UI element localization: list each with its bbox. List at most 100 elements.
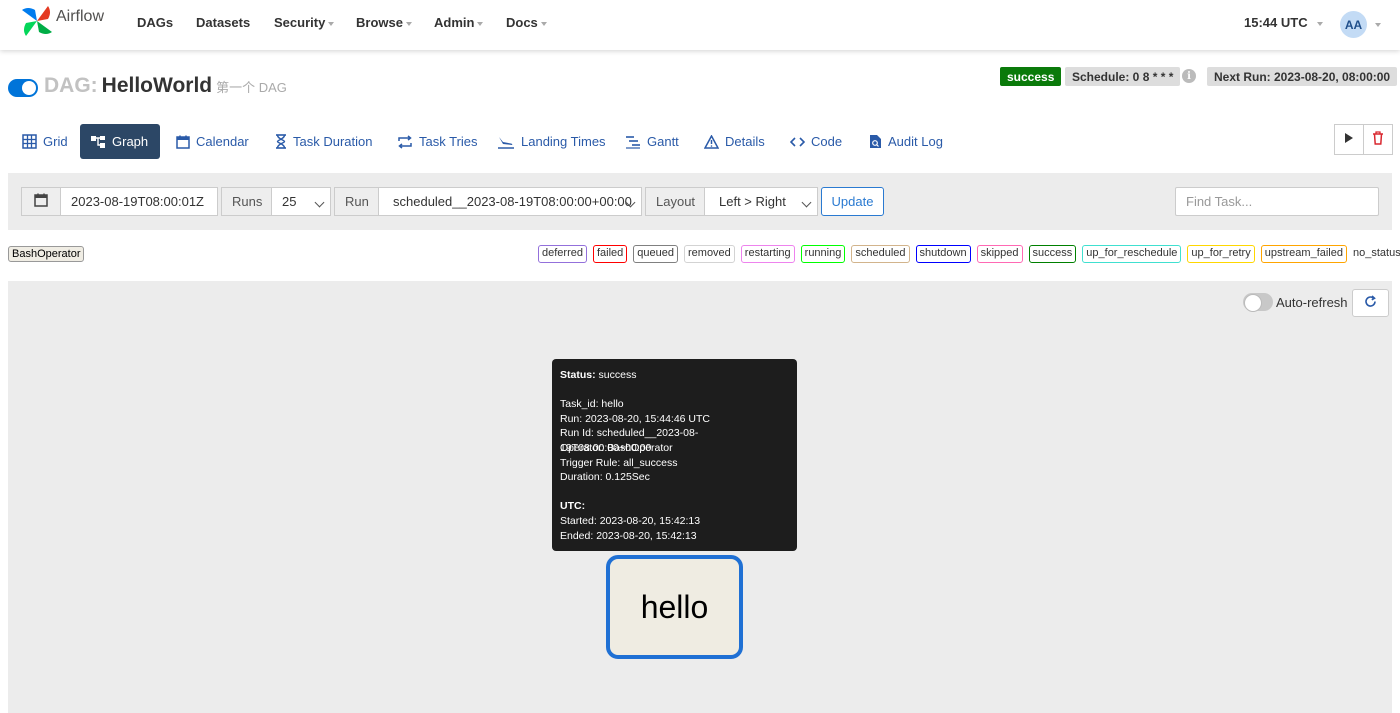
run-select[interactable]: scheduled__2023-08-19T08:00:00+00:00 (378, 187, 642, 216)
legend-removed[interactable]: removed (684, 245, 735, 263)
graph-icon (90, 135, 106, 149)
code-icon (790, 136, 805, 148)
dag-pause-toggle[interactable] (8, 79, 38, 97)
tab-grid[interactable]: Grid (12, 124, 78, 159)
dag-name[interactable]: HelloWorld (102, 74, 212, 97)
chevron-down-icon (1317, 21, 1324, 26)
chevron-down-icon (801, 197, 812, 208)
trigger-dag-button[interactable] (1334, 124, 1364, 155)
operator-chip[interactable]: BashOperator (8, 246, 85, 262)
tab-details[interactable]: Details (694, 124, 775, 159)
auto-refresh-toggle[interactable] (1243, 293, 1273, 312)
legend-up-for-retry[interactable]: up_for_retry (1187, 245, 1255, 263)
tooltip-status-label: Status: (560, 369, 596, 381)
delete-dag-button[interactable] (1363, 124, 1393, 155)
nav-dags[interactable]: DAGs (137, 15, 173, 30)
legend-skipped[interactable]: skipped (976, 245, 1023, 263)
legend-scheduled[interactable]: scheduled (851, 245, 910, 263)
legend-success[interactable]: success (1028, 245, 1077, 263)
info-icon[interactable]: i (1182, 69, 1196, 83)
tab-landing-times[interactable]: Landing Times (487, 124, 616, 159)
runs-label: Runs (221, 187, 272, 216)
hourglass-icon (275, 134, 287, 149)
trash-icon (1372, 131, 1384, 148)
brand[interactable]: Airflow (20, 4, 104, 38)
grid-icon (22, 134, 37, 149)
tab-code[interactable]: Code (780, 124, 852, 159)
nav-admin[interactable]: Admin (434, 15, 484, 30)
clock-menu[interactable]: 15:44 UTC (1244, 15, 1324, 30)
calendar-icon (176, 135, 190, 149)
dag-prefix: DAG: (44, 74, 98, 97)
audit-log-icon (869, 134, 882, 149)
legend-restarting[interactable]: restarting (740, 245, 795, 263)
tab-label: Gantt (647, 134, 679, 149)
play-icon (1344, 132, 1354, 147)
task-node-hello[interactable]: hello (606, 555, 743, 659)
nav-security-label: Security (274, 15, 326, 30)
legend-running[interactable]: running (800, 245, 846, 263)
next-run-badge: Next Run: 2023-08-20, 08:00:00 (1207, 67, 1398, 86)
warning-icon (704, 134, 719, 149)
layout-label: Layout (645, 187, 705, 216)
tab-label: Calendar (196, 134, 249, 149)
chevron-down-icon (314, 197, 325, 208)
brand-name: Airflow (56, 7, 105, 25)
tooltip-trigger-rule: Trigger Rule: all_success (560, 456, 678, 469)
nav-admin-label: Admin (434, 15, 475, 30)
top-navbar: Airflow DAGs Datasets Security Browse Ad… (0, 0, 1400, 50)
landing-icon (497, 135, 515, 149)
tab-task-tries[interactable]: Task Tries (387, 124, 488, 159)
tab-task-duration[interactable]: Task Duration (265, 124, 382, 159)
refresh-button[interactable] (1352, 289, 1389, 317)
tab-label: Graph (112, 134, 149, 149)
tab-label: Task Duration (293, 134, 373, 149)
nav-docs[interactable]: Docs (506, 15, 547, 30)
date-picker-button[interactable] (21, 187, 61, 216)
refresh-icon (1364, 295, 1377, 311)
legend-no-status[interactable]: no_status (1353, 245, 1400, 263)
find-task-input[interactable]: Find Task... (1175, 187, 1379, 216)
dag-status-badge[interactable]: success (1000, 67, 1062, 86)
tab-label: Audit Log (888, 134, 943, 149)
tooltip-run: Run: 2023-08-20, 15:44:46 UTC (560, 412, 711, 425)
update-button[interactable]: Update (821, 187, 884, 216)
auto-refresh-label: Auto-refresh (1276, 295, 1348, 310)
legend-queued[interactable]: queued (633, 245, 678, 263)
tab-label: Grid (43, 134, 68, 149)
page-title: DAG: HelloWorld 第一个 DAG (44, 74, 287, 98)
base-date-input[interactable]: 2023-08-19T08:00:01Z (60, 187, 218, 216)
run-value: scheduled__2023-08-19T08:00:00+00:00 (393, 194, 632, 209)
chevron-down-icon (477, 21, 484, 26)
user-avatar[interactable]: AA (1340, 11, 1367, 38)
tab-graph[interactable]: Graph (80, 124, 160, 159)
calendar-icon (34, 193, 48, 210)
legend-up-for-reschedule[interactable]: up_for_reschedule (1082, 245, 1182, 263)
legend-upstream-failed[interactable]: upstream_failed (1260, 245, 1347, 263)
gantt-icon (625, 135, 641, 149)
task-tooltip: Status: success Task_id: hello Run: 2023… (552, 359, 797, 551)
nav-security[interactable]: Security (274, 15, 335, 30)
chevron-down-icon (405, 21, 412, 26)
nav-browse-label: Browse (356, 15, 403, 30)
chevron-down-icon (328, 21, 335, 26)
runs-select[interactable]: 25 (271, 187, 331, 216)
airflow-logo-icon (22, 6, 52, 36)
legend-failed[interactable]: failed (592, 245, 628, 263)
tab-label: Code (811, 134, 843, 149)
nav-datasets[interactable]: Datasets (196, 15, 250, 30)
tab-audit-log[interactable]: Audit Log (859, 124, 953, 159)
nav-browse[interactable]: Browse (356, 15, 412, 30)
tab-label: Details (725, 134, 765, 149)
tooltip-operator: Operator: BashOperator (560, 441, 673, 454)
legend-deferred[interactable]: deferred (538, 245, 587, 263)
tab-gantt[interactable]: Gantt (615, 124, 689, 159)
tab-label: Task Tries (419, 134, 478, 149)
state-legend: deferred failed queued removed restartin… (538, 245, 1400, 263)
nav-docs-label: Docs (506, 15, 538, 30)
tab-calendar[interactable]: Calendar (166, 124, 259, 159)
layout-select[interactable]: Left > Right (704, 187, 818, 216)
legend-shutdown[interactable]: shutdown (915, 245, 971, 263)
run-label: Run (334, 187, 379, 216)
runs-value: 25 (282, 194, 297, 209)
